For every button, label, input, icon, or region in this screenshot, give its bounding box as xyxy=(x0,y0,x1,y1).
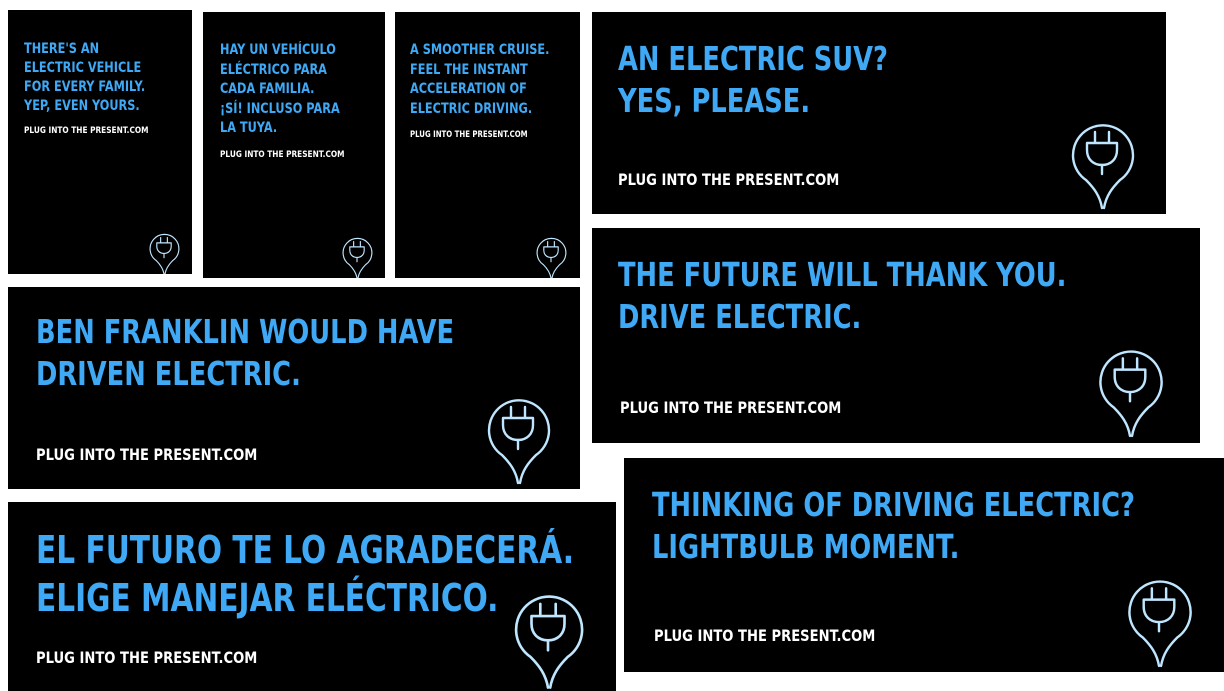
ad-banner-future-thank-you: THE FUTURE WILL THANK YOU. DRIVE ELECTRI… xyxy=(592,228,1200,443)
plug-lightbulb-icon xyxy=(146,228,182,274)
ad-banner-el-futuro: EL FUTURO TE LO AGRADECERÁ. ELIGE MANEJA… xyxy=(8,502,616,691)
headline-line: ¡SÍ! INCLUSO PARA xyxy=(220,100,340,117)
headline-line: HAY UN VEHÍCULO xyxy=(220,42,336,58)
ad-url: PLUG INTO THE PRESENT.COM xyxy=(620,398,842,417)
ad-headline: HAY UN VEHÍCULO ELÉCTRICO PARA CADA FAMI… xyxy=(220,41,340,139)
headline-line: ELECTRIC VEHICLE xyxy=(24,60,142,76)
headline-line: EL FUTURO TE LO AGRADECERÁ. xyxy=(36,528,574,572)
plug-lightbulb-icon xyxy=(1092,338,1168,440)
ad-headline: EL FUTURO TE LO AGRADECERÁ. ELIGE MANEJA… xyxy=(36,526,574,622)
headline-line: LA TUYA. xyxy=(220,120,278,136)
ad-url: PLUG INTO THE PRESENT.COM xyxy=(220,150,345,160)
headline-line: YEP, EVEN YOURS. xyxy=(24,98,140,114)
ad-headline: A SMOOTHER CRUISE. FEEL THE INSTANT ACCE… xyxy=(410,41,549,119)
plug-lightbulb-icon xyxy=(533,232,569,278)
headline-line: ACCELERATION OF xyxy=(410,81,527,97)
headline-line: LIGHTBULB MOMENT. xyxy=(652,527,960,566)
ad-poster-smoother-cruise: A SMOOTHER CRUISE. FEEL THE INSTANT ACCE… xyxy=(395,12,580,278)
headline-line: DRIVE ELECTRIC. xyxy=(618,297,862,336)
headline-line: FEEL THE INSTANT xyxy=(410,61,528,78)
ad-url: PLUG INTO THE PRESENT.COM xyxy=(410,130,528,140)
headline-line: A SMOOTHER CRUISE. xyxy=(410,42,550,58)
headline-line: THERE'S AN xyxy=(24,41,100,57)
ad-headline: AN ELECTRIC SUV? YES, PLEASE. xyxy=(618,38,888,122)
plug-lightbulb-icon xyxy=(1120,568,1198,670)
headline-line: ELIGE MANEJAR ELÉCTRICO. xyxy=(36,576,499,620)
plug-lightbulb-icon xyxy=(482,387,554,487)
headline-line: CADA FAMILIA. xyxy=(220,81,315,97)
ad-poster-every-family: THERE'S AN ELECTRIC VEHICLE FOR EVERY FA… xyxy=(8,10,192,274)
headline-line: BEN FRANKLIN WOULD HAVE xyxy=(36,312,455,351)
headline-line: AN ELECTRIC SUV? xyxy=(618,39,888,78)
headline-line: THE FUTURE WILL THANK YOU. xyxy=(618,255,1067,294)
ad-banner-ben-franklin: BEN FRANKLIN WOULD HAVE DRIVEN ELECTRIC.… xyxy=(8,287,580,489)
plug-lightbulb-icon xyxy=(339,232,375,278)
ad-url: PLUG INTO THE PRESENT.COM xyxy=(36,445,258,464)
headline-line: THINKING OF DRIVING ELECTRIC? xyxy=(652,485,1135,524)
plug-lightbulb-icon xyxy=(508,582,588,691)
ad-banner-electric-suv: AN ELECTRIC SUV? YES, PLEASE. PLUG INTO … xyxy=(592,12,1166,214)
ad-headline: THE FUTURE WILL THANK YOU. DRIVE ELECTRI… xyxy=(618,254,1066,338)
ad-poster-cada-familia: HAY UN VEHÍCULO ELÉCTRICO PARA CADA FAMI… xyxy=(203,12,385,278)
ad-headline: BEN FRANKLIN WOULD HAVE DRIVEN ELECTRIC. xyxy=(36,311,454,395)
headline-line: ELECTRIC DRIVING. xyxy=(410,100,533,117)
ad-url: PLUG INTO THE PRESENT.COM xyxy=(654,626,876,645)
ad-headline: THERE'S AN ELECTRIC VEHICLE FOR EVERY FA… xyxy=(24,40,145,116)
headline-line: YES, PLEASE. xyxy=(618,81,811,120)
plug-lightbulb-icon xyxy=(1066,112,1138,212)
headline-line: FOR EVERY FAMILY. xyxy=(24,79,146,95)
headline-line: DRIVEN ELECTRIC. xyxy=(36,354,301,393)
headline-line: ELÉCTRICO PARA xyxy=(220,61,327,78)
ad-banner-lightbulb-moment: THINKING OF DRIVING ELECTRIC? LIGHTBULB … xyxy=(624,458,1224,672)
ad-url: PLUG INTO THE PRESENT.COM xyxy=(24,126,149,136)
ad-headline: THINKING OF DRIVING ELECTRIC? LIGHTBULB … xyxy=(652,484,1135,568)
ad-url: PLUG INTO THE PRESENT.COM xyxy=(618,170,840,189)
ad-url: PLUG INTO THE PRESENT.COM xyxy=(36,648,258,667)
